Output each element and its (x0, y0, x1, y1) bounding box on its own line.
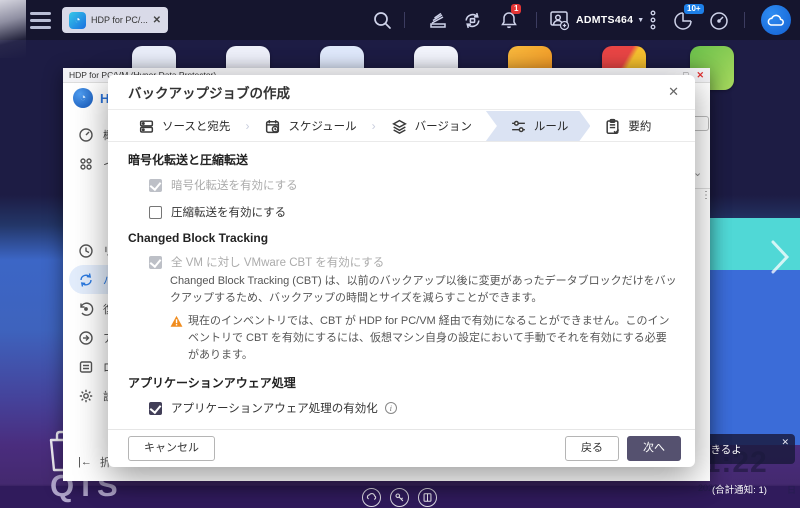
more-options-icon[interactable] (648, 9, 658, 36)
myqnapcloud-icon[interactable] (362, 488, 381, 507)
tab-label: ソースと宛先 (162, 121, 231, 133)
schedule-icon (264, 118, 281, 135)
rules-icon (510, 118, 527, 135)
more-menu-icon[interactable]: ⋮ (701, 191, 711, 201)
activity-icon (78, 330, 94, 346)
taskbar-divider (536, 12, 537, 28)
dashboard-icon[interactable] (708, 10, 730, 37)
encrypt-checkbox-label: 暗号化転送を有効にする (171, 180, 298, 192)
create-backup-job-dialog: バックアップジョブの作成 ✕ ソースと宛先 › スケジュール › バージョン ルール 要約 … (108, 75, 695, 467)
dialog-header: バックアップジョブの作成 ✕ (108, 75, 695, 110)
resource-monitor-icon[interactable] (672, 10, 694, 37)
compress-checkbox[interactable] (149, 205, 162, 219)
cbt-description: Changed Block Tracking (CBT) は、以前のバックアップ… (170, 275, 677, 305)
gauge-icon (78, 127, 94, 143)
version-icon (391, 118, 408, 135)
dialog-footer: キャンセル 戻る 次へ (108, 429, 695, 467)
taskbar-app-tab[interactable]: ◔ HDP for PC/... ✕ (62, 7, 168, 33)
section-heading-encryption: 暗号化転送と圧縮転送 (128, 153, 249, 167)
secure-sync-icon[interactable] (462, 10, 483, 36)
cbt-checkbox (149, 255, 162, 269)
restore-icon (78, 301, 94, 317)
window-close-button[interactable]: ✕ (696, 70, 704, 80)
taskbar-app-tab-close-icon[interactable]: ✕ (153, 15, 161, 26)
section-heading-cbt: Changed Block Tracking (128, 231, 269, 245)
taskbar-divider (404, 12, 405, 28)
tab-label: スケジュール (288, 121, 357, 133)
tab-label: 要約 (628, 121, 652, 133)
hdp-logo-icon: ◔ (73, 88, 93, 108)
tab-summary[interactable]: 要約 (590, 111, 665, 141)
utility-key-icon[interactable] (390, 488, 409, 507)
collapse-icon: |← (78, 456, 92, 468)
user-menu[interactable]: ADMTS464 ▼ (548, 9, 644, 31)
dialog-close-icon[interactable]: ✕ (668, 84, 679, 100)
section-heading-app-aware: アプリケーションアウェア処理 (128, 376, 296, 391)
bell-badge: 1 (511, 4, 522, 14)
cloud-icon (767, 14, 784, 26)
wizard-steps: ソースと宛先 › スケジュール › バージョン ルール 要約 (108, 111, 695, 142)
sync-icon (78, 272, 94, 288)
encrypt-checkbox (149, 178, 162, 192)
main-menu-icon[interactable] (30, 12, 51, 33)
background-tasks-icon[interactable] (428, 10, 448, 35)
date-fragment: 日 (786, 485, 796, 495)
manual-book-icon[interactable] (418, 488, 437, 507)
checkbox-row-app-aware[interactable]: アプリケーションアウェア処理の有効化 i (149, 400, 677, 416)
search-icon[interactable] (372, 10, 392, 35)
desktop-next-screen-arrow[interactable] (769, 238, 791, 281)
clock-icon (78, 243, 94, 259)
app-aware-checkbox[interactable] (149, 401, 162, 415)
tab-label: ルール (533, 121, 569, 133)
checkbox-row-compress[interactable]: 圧縮転送を有効にする (149, 204, 677, 220)
tab-rules[interactable]: ルール (486, 111, 591, 141)
tab-separator-icon: › (245, 119, 250, 133)
qnap-cloud-button[interactable] (761, 5, 791, 35)
summary-icon (604, 118, 621, 135)
tab-schedule[interactable]: スケジュール (250, 111, 370, 141)
grid-icon (78, 156, 94, 172)
hdp-app-icon: ◔ (69, 11, 86, 29)
tab-label: バージョン (414, 121, 472, 133)
tab-version[interactable]: バージョン (377, 111, 486, 141)
dialog-content: 暗号化転送と圧縮転送 暗号化転送を有効にする 圧縮転送を有効にする Change… (128, 145, 677, 427)
taskbar-divider (744, 12, 745, 28)
user-name: ADMTS464 (576, 14, 634, 26)
cbt-checkbox-label: 全 VM に対し VMware CBT を有効にする (171, 257, 385, 269)
app-aware-checkbox-label: アプリケーションアウェア処理の有効化 (171, 403, 378, 416)
compress-checkbox-label: 圧縮転送を有効にする (171, 207, 287, 219)
checkbox-row-cbt: 全 VM に対し VMware CBT を有効にする (149, 254, 677, 270)
notification-close-icon[interactable]: ✕ (781, 437, 789, 448)
dialog-title: バックアップジョブの作成 (128, 86, 290, 101)
user-icon (550, 11, 570, 31)
info-icon[interactable]: i (384, 402, 397, 415)
warning-icon (170, 316, 183, 327)
cbt-warning: 現在のインベントリでは、CBT が HDP for PC/VM 経由で有効になる… (170, 313, 677, 364)
cancel-button[interactable]: キャンセル (128, 435, 215, 462)
cbt-warning-text: 現在のインベントリでは、CBT が HDP for PC/VM 経由で有効になる… (188, 315, 670, 362)
notification-total: (合計通知: 1) (712, 485, 767, 496)
log-icon (78, 359, 94, 375)
tab-source[interactable]: ソースと宛先 (124, 111, 244, 141)
resource-badge: 10+ (684, 4, 704, 14)
taskbar-app-tab-label: HDP for PC/... (91, 15, 148, 25)
corner-panel-edge (0, 0, 26, 58)
source-icon (138, 118, 155, 135)
gear-icon (78, 388, 94, 404)
next-button[interactable]: 次へ (627, 435, 681, 462)
tab-separator-icon: › (371, 119, 376, 133)
back-button[interactable]: 戻る (565, 435, 619, 462)
checkbox-row-encrypt: 暗号化転送を有効にする (149, 177, 677, 193)
chevron-down-icon: ▼ (637, 16, 645, 24)
